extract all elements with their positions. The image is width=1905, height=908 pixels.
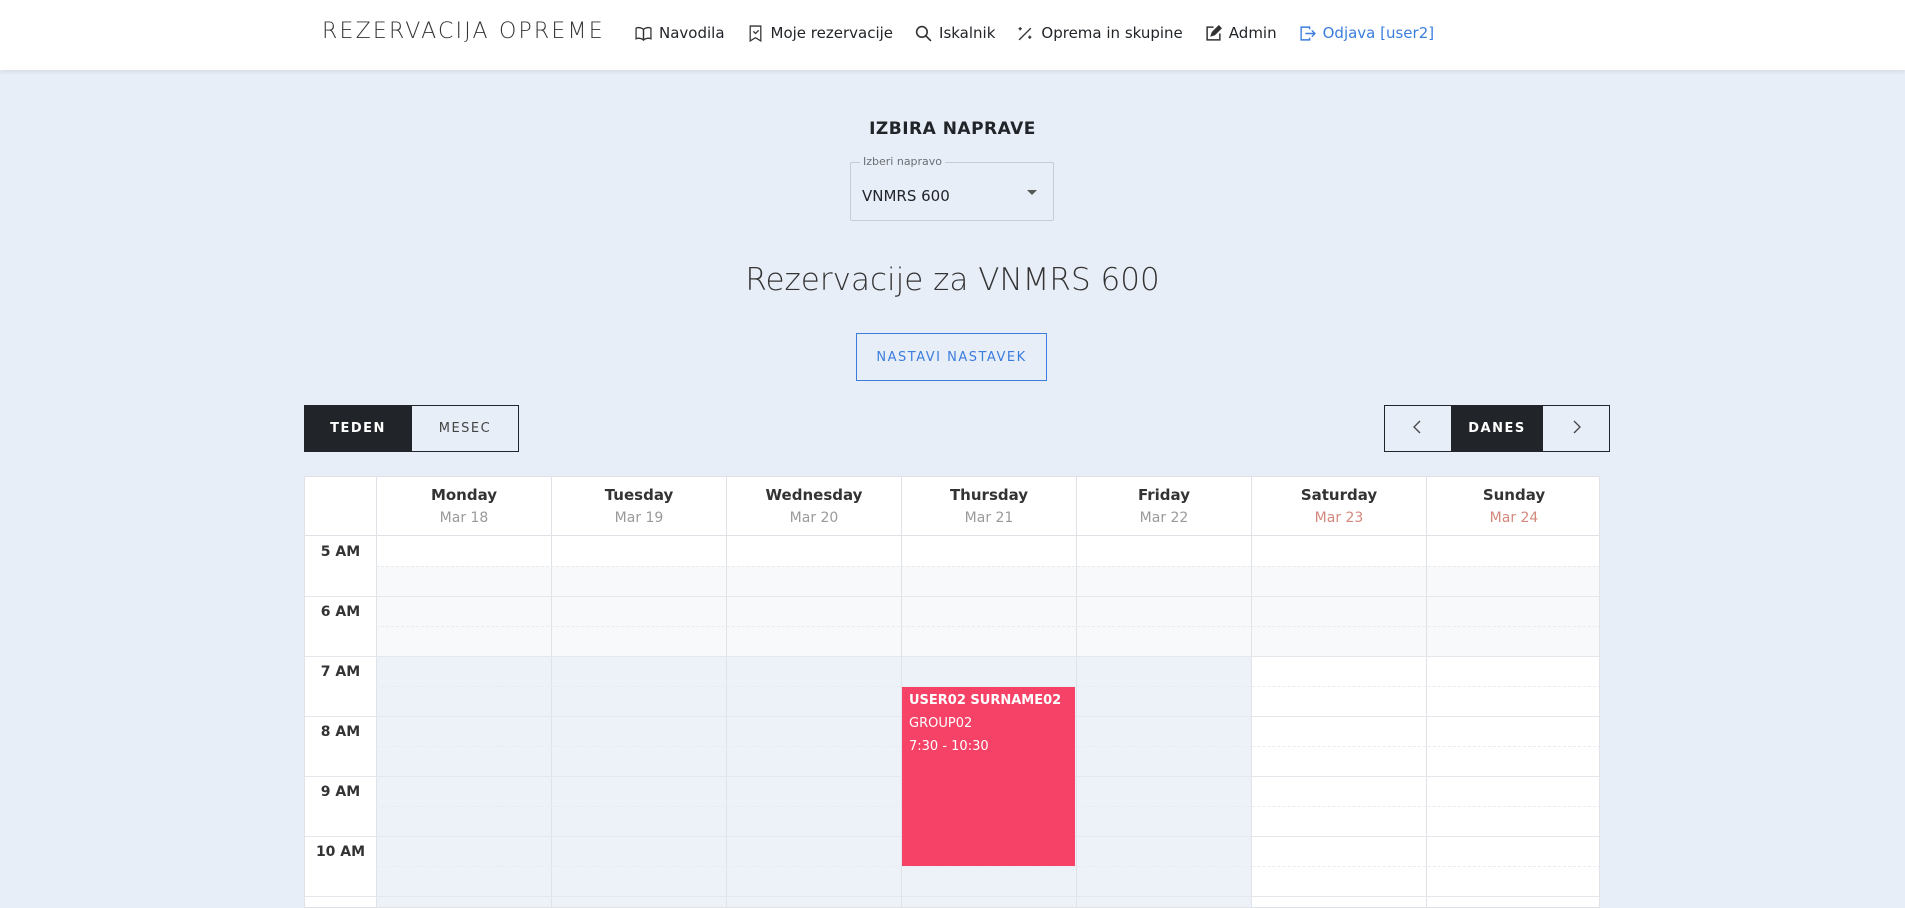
day-name: Sunday — [1482, 486, 1546, 504]
nav-item-moje-rezervacije[interactable]: Moje rezervacije — [747, 24, 894, 42]
calendar-header: Monday Mar 18 Tuesday Mar 19 Wednesday Mar 20… — [305, 477, 1599, 536]
chevron-down-icon — [1027, 190, 1037, 195]
logout-icon — [1300, 25, 1316, 41]
reservation-event[interactable]: USER02 SURNAME02 GROUP02 7:30 - 10:30 — [902, 687, 1075, 866]
day-name: Monday — [430, 486, 498, 504]
day-header-friday: Friday Mar 22 — [1076, 477, 1251, 536]
day-header-thursday: Thursday Mar 21 — [901, 477, 1076, 536]
next-week-button[interactable] — [1542, 405, 1610, 452]
nav-item-label: Admin — [1228, 24, 1277, 42]
day-column-monday[interactable] — [376, 536, 551, 907]
time-label: 6 AM — [320, 604, 361, 620]
day-column-friday[interactable] — [1076, 536, 1251, 907]
day-date: Mar 22 — [1139, 510, 1189, 526]
nav-menu: Navodila Moje rezervacije Iskalnik Oprem… — [635, 24, 1456, 42]
nav-item-iskalnik[interactable]: Iskalnik — [915, 24, 995, 42]
event-user: USER02 SURNAME02 — [909, 693, 1062, 708]
day-date: Mar 24 — [1489, 510, 1539, 526]
nav-item-navodila[interactable]: Navodila — [635, 24, 725, 42]
week-view-button[interactable]: TEDEN — [304, 405, 412, 452]
search-icon — [915, 25, 932, 42]
day-name: Friday — [1137, 486, 1190, 504]
day-date: Mar 21 — [964, 510, 1014, 526]
month-view-button[interactable]: MESEC — [411, 405, 519, 452]
event-time: 7:30 - 10:30 — [909, 739, 989, 754]
page-title: Rezervacije za VNMRS 600 — [745, 262, 1160, 298]
day-date: Mar 19 — [614, 510, 664, 526]
day-column-tuesday[interactable] — [551, 536, 726, 907]
calendar-nav: DANES — [1384, 405, 1610, 452]
nav-item-oprema-in-skupine[interactable]: Oprema in skupine — [1017, 24, 1183, 42]
day-header-monday: Monday Mar 18 — [376, 477, 551, 536]
set-extension-button[interactable]: NASTAVI NASTAVEK — [856, 333, 1047, 381]
day-header-tuesday: Tuesday Mar 19 — [551, 477, 726, 536]
today-button[interactable]: DANES — [1451, 405, 1543, 452]
brand-logo[interactable]: REZERVACIJA OPREME — [322, 19, 605, 44]
grid-line — [305, 596, 1599, 597]
day-column-saturday[interactable] — [1251, 536, 1426, 907]
grid-line — [305, 656, 1599, 657]
device-select-legend: Izberi napravo — [860, 155, 946, 168]
day-header-saturday: Saturday Mar 23 — [1251, 477, 1426, 536]
time-label: 10 AM — [315, 844, 366, 860]
nav-item-label: Iskalnik — [939, 24, 996, 42]
day-date: Mar 18 — [439, 510, 489, 526]
magic-wand-icon — [1019, 26, 1032, 40]
view-toggle: TEDEN MESEC — [304, 405, 519, 452]
top-navbar: REZERVACIJA OPREME Navodila Moje rezerva… — [0, 0, 1905, 70]
calendar-grid: USER02 SURNAME02 GROUP02 7:30 - 10:30 — [305, 536, 1599, 907]
day-column-sunday[interactable] — [1426, 536, 1599, 907]
grid-line — [376, 626, 1599, 627]
week-calendar: Monday Mar 18 Tuesday Mar 19 Wednesday Mar 20… — [304, 476, 1600, 908]
bookmark-icon — [749, 24, 761, 42]
grid-line — [376, 866, 1599, 867]
time-label: 9 AM — [320, 784, 361, 800]
chevron-right-icon — [1573, 420, 1581, 433]
device-select[interactable]: Izberi napravo VNMRS 600 — [850, 155, 1054, 221]
book-icon — [635, 26, 652, 41]
day-column-wednesday[interactable] — [726, 536, 901, 907]
day-date: Mar 23 — [1314, 510, 1364, 526]
nav-item-label: Navodila — [659, 24, 725, 42]
time-label: 8 AM — [320, 724, 361, 740]
day-name: Tuesday — [604, 486, 674, 504]
device-section-title: IZBIRA NAPRAVE — [869, 119, 1036, 139]
device-select-value: VNMRS 600 — [862, 187, 950, 205]
day-header-sunday: Sunday Mar 24 — [1426, 477, 1599, 536]
grid-line — [376, 566, 1599, 567]
prev-week-button[interactable] — [1384, 405, 1452, 452]
nav-item-label: Odjava [user2] — [1322, 24, 1435, 42]
chevron-left-icon — [1413, 420, 1421, 433]
day-name: Thursday — [949, 486, 1029, 504]
time-label: 7 AM — [320, 664, 361, 680]
grid-line — [305, 896, 1599, 897]
nav-item-odjava[interactable]: Odjava [user2] — [1299, 24, 1435, 42]
day-date: Mar 20 — [789, 510, 839, 526]
nav-item-admin[interactable]: Admin — [1205, 24, 1277, 42]
day-name: Saturday — [1300, 486, 1378, 504]
edit-icon — [1206, 24, 1222, 41]
nav-item-label: Moje rezervacije — [770, 24, 894, 42]
time-label: 5 AM — [320, 544, 361, 560]
day-name: Wednesday — [765, 486, 863, 504]
event-group: GROUP02 — [909, 716, 973, 731]
day-header-wednesday: Wednesday Mar 20 — [726, 477, 901, 536]
nav-item-label: Oprema in skupine — [1041, 24, 1183, 42]
